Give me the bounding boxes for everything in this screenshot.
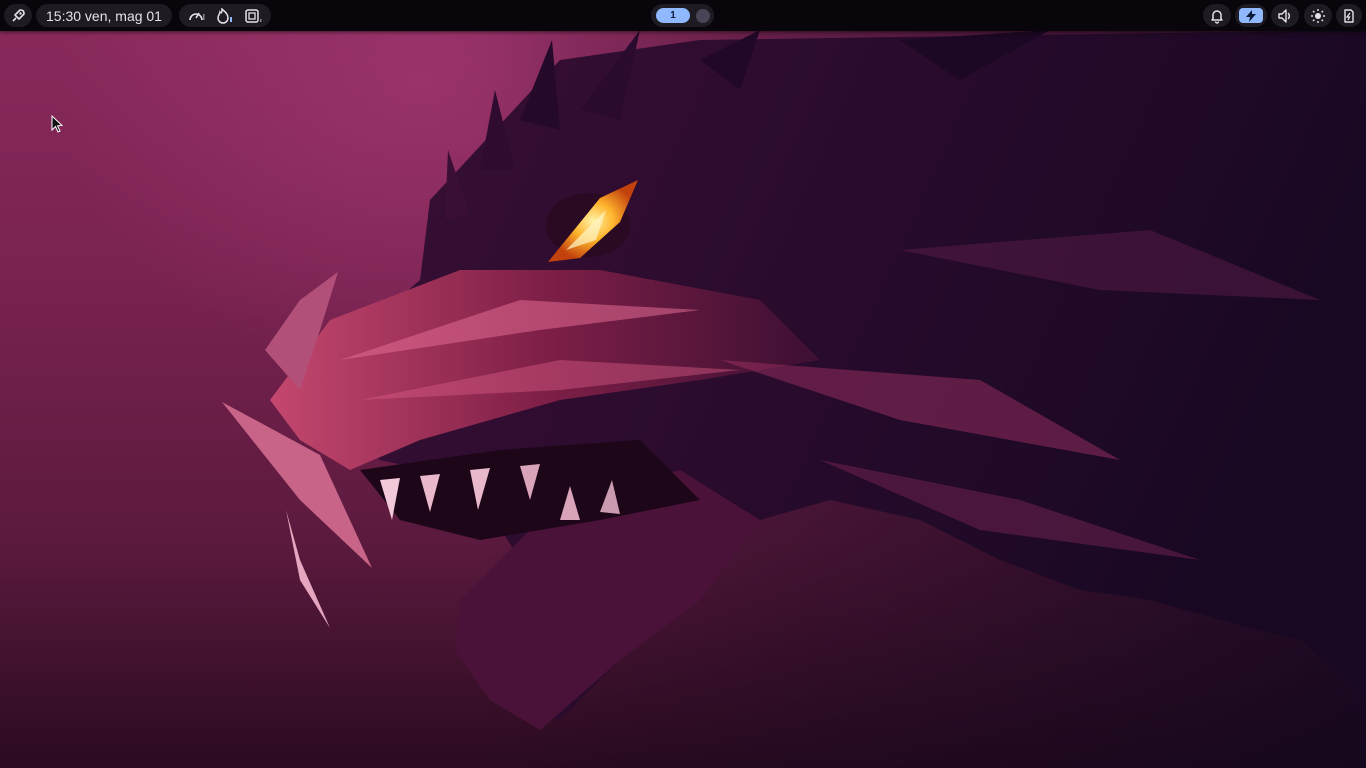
volume-button[interactable]	[1271, 4, 1299, 27]
clock-widget[interactable]: 15:30 ven, mag 01	[36, 4, 172, 27]
desktop	[0, 0, 1366, 768]
brightness-button[interactable]	[1304, 4, 1332, 27]
mouse-cursor-icon	[51, 115, 64, 133]
system-stats-widget[interactable]	[179, 4, 271, 27]
rocket-icon	[12, 8, 25, 22]
gauge-icon	[189, 12, 205, 20]
workspace-switcher: 1	[651, 4, 714, 27]
launcher-button[interactable]	[4, 4, 32, 27]
cpu-icon	[244, 8, 262, 23]
battery-indicator[interactable]	[1235, 4, 1267, 27]
brightness-icon	[1311, 8, 1325, 23]
battery-charging-icon	[1239, 8, 1263, 23]
clock-text: 15:30 ven, mag 01	[46, 7, 162, 24]
dragon-wallpaper	[222, 30, 1366, 730]
bell-icon	[1211, 9, 1223, 24]
workspace-2-button[interactable]	[696, 8, 710, 23]
notifications-button[interactable]	[1203, 4, 1231, 27]
flame-icon	[217, 7, 232, 24]
power-button[interactable]	[1336, 4, 1362, 27]
power-icon	[1344, 8, 1354, 23]
workspace-1-button[interactable]: 1	[656, 8, 690, 23]
top-bar: 15:30 ven, mag 01 1	[0, 0, 1366, 31]
speaker-icon	[1278, 8, 1290, 23]
